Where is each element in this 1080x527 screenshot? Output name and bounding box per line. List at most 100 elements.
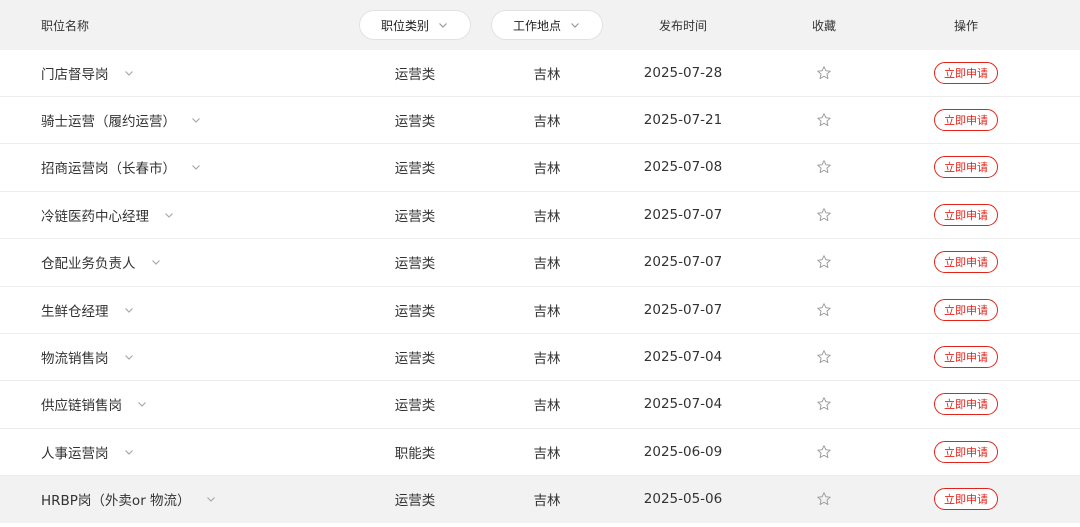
job-category: 运营类 [394,493,436,510]
action-cell: 立即申请 [916,144,1016,191]
apply-button[interactable]: 立即申请 [934,393,998,416]
star-icon[interactable] [816,112,832,128]
table-row: 骑士运营（履约运营） 运营类 吉林 2025-07-21 立即申请 [0,96,1080,145]
table-header: 职位名称 职位类别 工作地点 发布时间 收藏 操作 [0,0,1080,50]
job-name-toggle[interactable]: 仓配业务负责人 [41,252,162,272]
apply-button[interactable]: 立即申请 [934,61,998,84]
table-row: HRBP岗（外卖or 物流） 运营类 吉林 2025-05-06 立即申请 [0,475,1080,523]
job-date: 2025-07-07 [643,206,723,223]
header-favorite: 收藏 [811,18,836,33]
location-filter-label: 工作地点 [512,18,561,33]
table-row: 冷链医药中心经理 运营类 吉林 2025-07-07 立即申请 [0,191,1080,240]
apply-button[interactable]: 立即申请 [934,488,998,511]
job-name-cell: HRBP岗（外卖or 物流） [41,476,217,523]
job-name: 招商运营岗（长春市） [41,161,176,178]
job-name: 仓配业务负责人 [41,256,136,273]
job-category: 运营类 [394,350,436,367]
action-cell: 立即申请 [916,333,1016,380]
table-row: 物流销售岗 运营类 吉林 2025-07-04 立即申请 [0,333,1080,382]
apply-button[interactable]: 立即申请 [934,108,998,131]
chevron-down-icon[interactable] [190,161,202,173]
job-name-toggle[interactable]: 骑士运营（履约运营） [41,110,202,130]
job-name-toggle[interactable]: 冷链医药中心经理 [41,205,175,225]
job-name-cell: 骑士运营（履约运营） [41,96,202,143]
job-location: 吉林 [533,161,561,178]
favorite-cell [784,191,864,238]
job-name-cell: 生鲜仓经理 [41,286,135,333]
action-cell: 立即申请 [916,286,1016,333]
job-name-toggle[interactable]: 物流销售岗 [41,347,135,367]
action-cell: 立即申请 [916,49,1016,96]
job-name-toggle[interactable]: 供应链销售岗 [41,394,148,414]
job-name: 冷链医药中心经理 [41,208,149,225]
chevron-down-icon[interactable] [163,209,175,221]
apply-button[interactable]: 立即申请 [934,203,998,226]
apply-button[interactable]: 立即申请 [934,298,998,321]
star-icon[interactable] [816,349,832,365]
job-date: 2025-07-07 [643,254,723,271]
apply-button[interactable]: 立即申请 [934,156,998,179]
job-name-toggle[interactable]: 招商运营岗（长春市） [41,157,202,177]
favorite-cell [784,96,864,143]
action-cell: 立即申请 [916,239,1016,286]
chevron-down-icon[interactable] [123,351,135,363]
apply-button[interactable]: 立即申请 [934,345,998,368]
location-filter-button[interactable]: 工作地点 [491,10,603,40]
star-icon[interactable] [816,207,832,223]
job-date: 2025-07-04 [643,396,723,413]
star-icon[interactable] [816,254,832,270]
job-name-cell: 供应链销售岗 [41,381,148,428]
table-row: 招商运营岗（长春市） 运营类 吉林 2025-07-08 立即申请 [0,144,1080,192]
star-icon[interactable] [816,65,832,81]
chevron-down-icon[interactable] [123,304,135,316]
job-category: 运营类 [394,208,436,225]
action-cell: 立即申请 [916,381,1016,428]
job-name-toggle[interactable]: 门店督导岗 [41,63,135,83]
job-name-toggle[interactable]: HRBP岗（外卖or 物流） [41,489,217,509]
header-location-cell: 工作地点 [487,0,607,50]
job-category: 职能类 [394,445,436,462]
favorite-cell [784,428,864,475]
category-filter-label: 职位类别 [380,18,429,33]
chevron-down-icon[interactable] [205,493,217,505]
job-location: 吉林 [533,208,561,225]
job-category: 运营类 [394,161,436,178]
action-cell: 立即申请 [916,96,1016,143]
job-name: 物流销售岗 [41,350,109,367]
job-location: 吉林 [533,113,561,130]
job-name-toggle[interactable]: 生鲜仓经理 [41,300,135,320]
job-name-cell: 招商运营岗（长春市） [41,144,202,191]
job-date: 2025-07-07 [643,301,723,318]
star-icon[interactable] [816,302,832,318]
job-name-cell: 物流销售岗 [41,333,135,380]
job-category: 运营类 [394,256,436,273]
job-name-cell: 人事运营岗 [41,428,135,475]
chevron-down-icon[interactable] [123,67,135,79]
chevron-down-icon[interactable] [123,446,135,458]
star-icon[interactable] [816,159,832,175]
apply-button[interactable]: 立即申请 [934,251,998,274]
table-row: 生鲜仓经理 运营类 吉林 2025-07-07 立即申请 [0,286,1080,334]
favorite-cell [784,144,864,191]
chevron-down-icon [569,19,581,31]
job-name-toggle[interactable]: 人事运营岗 [41,442,135,462]
star-icon[interactable] [816,491,832,507]
job-table: 职位名称 职位类别 工作地点 发布时间 收藏 操作 门店督导岗 运营类 吉林 2… [0,0,1080,527]
job-category: 运营类 [394,303,436,320]
job-date: 2025-07-28 [643,64,723,81]
category-filter-button[interactable]: 职位类别 [359,10,471,40]
favorite-cell [784,476,864,523]
job-category: 运营类 [394,398,436,415]
apply-button[interactable]: 立即申请 [934,440,998,463]
chevron-down-icon[interactable] [136,398,148,410]
chevron-down-icon[interactable] [190,114,202,126]
favorite-cell [784,239,864,286]
job-location: 吉林 [533,398,561,415]
table-row: 人事运营岗 职能类 吉林 2025-06-09 立即申请 [0,428,1080,477]
star-icon[interactable] [816,444,832,460]
job-date: 2025-07-04 [643,348,723,365]
star-icon[interactable] [816,396,832,412]
job-date: 2025-07-21 [643,111,723,128]
job-category: 运营类 [394,113,436,130]
chevron-down-icon[interactable] [150,256,162,268]
